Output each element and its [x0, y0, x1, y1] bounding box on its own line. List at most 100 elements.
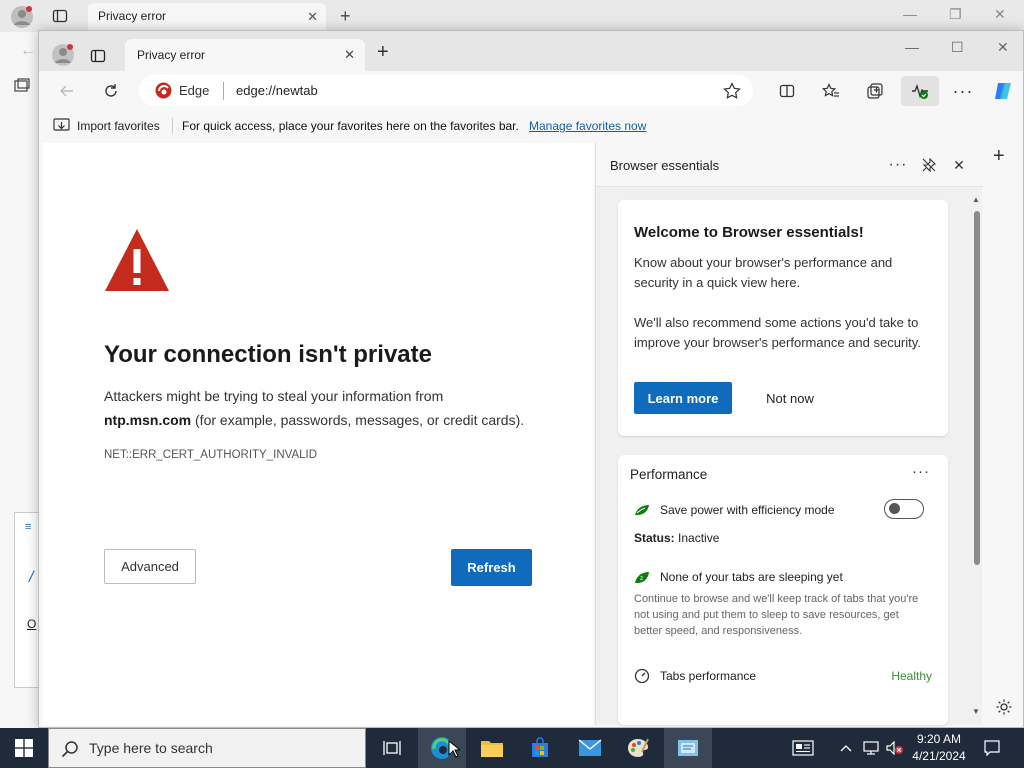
minimize-icon[interactable]: —	[905, 39, 919, 55]
background-restore-icon[interactable]: ❐	[949, 6, 962, 23]
svg-text:z: z	[640, 575, 643, 582]
notifications-icon[interactable]	[978, 728, 1006, 768]
background-fragment-icon-2: /	[29, 569, 34, 586]
error-description-rest: (for example, passwords, messages, or cr…	[191, 412, 525, 428]
file-explorer-icon[interactable]	[468, 728, 516, 768]
tab-title: Privacy error	[137, 48, 206, 62]
background-fragment-icon: ≡	[25, 521, 32, 533]
not-now-button[interactable]: Not now	[748, 382, 832, 414]
browser-essentials-pane: Browser essentials ··· ✕ Welcome to Brow…	[595, 143, 983, 725]
performance-title: Performance	[630, 467, 708, 482]
mail-icon[interactable]	[566, 728, 614, 768]
error-description-line2: ntp.msn.com (for example, passwords, mes…	[104, 412, 524, 428]
efficiency-toggle[interactable]	[884, 499, 924, 519]
performance-more-icon[interactable]: ···	[912, 463, 930, 480]
background-tab-close-icon[interactable]: ✕	[307, 9, 318, 25]
favorite-star-icon[interactable]	[723, 82, 741, 100]
taskbar-edge-icon[interactable]	[418, 728, 466, 768]
paint-icon[interactable]	[614, 728, 662, 768]
import-favorites-button[interactable]: Import favorites	[77, 119, 160, 133]
pane-scrollbar[interactable]: ▲ ▼	[969, 193, 983, 723]
performance-card: Performance ··· Save power with efficien…	[618, 455, 948, 725]
learn-more-button[interactable]: Learn more	[634, 382, 732, 414]
profile-avatar-icon[interactable]	[51, 43, 75, 67]
address-bar[interactable]: Edge edge://newtab	[139, 75, 753, 106]
task-view-icon[interactable]	[368, 728, 416, 768]
background-minimize-icon[interactable]: —	[903, 6, 917, 22]
background-fragment-link: O	[27, 617, 37, 631]
error-host: ntp.msn.com	[104, 412, 192, 428]
scroll-up-icon[interactable]: ▲	[972, 195, 980, 204]
background-close-icon[interactable]: ✕	[994, 6, 1006, 23]
profile-icon[interactable]	[10, 5, 34, 29]
settings-more-icon[interactable]: ···	[949, 79, 977, 103]
system-clock[interactable]: 9:20 AM 4/21/2024	[905, 731, 973, 765]
welcome-paragraph-1: Know about your browser's performance an…	[634, 255, 893, 290]
clock-date: 4/21/2024	[912, 749, 966, 763]
maximize-icon[interactable]: ☐	[951, 39, 964, 56]
scroll-down-icon[interactable]: ▼	[972, 707, 980, 716]
tab-close-icon[interactable]: ✕	[344, 47, 355, 63]
network-icon[interactable]	[860, 728, 882, 768]
collections-icon[interactable]	[861, 79, 889, 103]
copilot-icon[interactable]	[989, 79, 1017, 103]
background-back-icon: ←	[20, 42, 36, 59]
address-separator	[223, 82, 224, 100]
tabs-performance-row[interactable]: Tabs performance	[634, 668, 756, 684]
warning-triangle-icon	[103, 227, 171, 293]
tab-actions-icon[interactable]	[52, 8, 68, 24]
sidebar-settings-icon[interactable]	[995, 698, 1013, 716]
edge-sidebar: +	[983, 111, 1023, 725]
taskbar-search-box[interactable]: Type here to search	[48, 728, 366, 768]
sleeping-tabs-description: Continue to browse and we'll keep track …	[634, 593, 919, 637]
sleeping-tabs-title: None of your tabs are sleeping yet	[660, 570, 843, 584]
status-value: Inactive	[678, 531, 720, 545]
search-icon	[61, 740, 79, 758]
favorites-hint-text: For quick access, place your favorites h…	[182, 119, 519, 133]
error-description-line1: Attackers might be trying to steal your …	[104, 388, 444, 404]
background-new-tab-icon[interactable]: +	[340, 6, 351, 27]
edge-logo-icon	[155, 82, 172, 99]
vertical-tabs-icon[interactable]	[90, 48, 106, 64]
tray-chevron-up-icon[interactable]	[836, 728, 856, 768]
background-tab-title: Privacy error	[98, 9, 167, 23]
refresh-button[interactable]: Refresh	[451, 549, 532, 586]
url-text[interactable]: edge://newtab	[236, 83, 318, 98]
refresh-icon[interactable]	[97, 79, 125, 103]
split-screen-icon[interactable]	[773, 79, 801, 103]
advanced-button[interactable]: Advanced	[104, 549, 196, 584]
pane-header: Browser essentials ··· ✕	[596, 143, 983, 187]
efficiency-leaf-icon	[635, 505, 649, 515]
new-tab-icon[interactable]: +	[377, 41, 389, 64]
back-icon[interactable]	[53, 79, 81, 103]
news-widget-icon[interactable]	[786, 728, 820, 768]
favorites-separator	[172, 118, 173, 134]
microsoft-store-icon[interactable]	[516, 728, 564, 768]
pane-close-icon[interactable]: ✕	[949, 156, 969, 174]
clock-time: 9:20 AM	[916, 732, 962, 746]
welcome-paragraph-2: We'll also recommend some actions you'd …	[634, 315, 921, 350]
efficiency-label: Save power with efficiency mode	[660, 503, 835, 517]
browser-window: Privacy error ✕ + — ☐ ✕ Edge edge://newt…	[38, 30, 1024, 728]
notes-app-icon[interactable]	[664, 728, 712, 768]
error-title: Your connection isn't private	[104, 341, 432, 368]
favorites-icon[interactable]	[817, 79, 845, 103]
sleeping-tabs-icon: z	[635, 572, 649, 583]
unpin-icon[interactable]	[919, 156, 939, 174]
browser-essentials-icon[interactable]	[901, 76, 939, 106]
taskbar: Type here to search 9:20 AM 4/21/2024	[0, 728, 1024, 768]
favorites-bar: Import favorites For quick access, place…	[39, 111, 1023, 141]
pane-more-icon[interactable]: ···	[888, 156, 908, 174]
volume-muted-icon[interactable]	[884, 728, 906, 768]
start-button[interactable]	[0, 728, 48, 768]
background-collections-icon	[14, 78, 30, 94]
sleeping-tabs-row: z None of your tabs are sleeping yet	[634, 570, 843, 584]
sidebar-add-icon[interactable]: +	[993, 145, 1005, 168]
manage-favorites-link[interactable]: Manage favorites now	[529, 119, 646, 133]
efficiency-status: Status: Inactive	[634, 531, 719, 545]
active-tab[interactable]: Privacy error ✕	[125, 39, 365, 71]
scroll-thumb[interactable]	[974, 211, 980, 565]
close-window-icon[interactable]: ✕	[997, 39, 1009, 56]
windows-logo-icon	[15, 739, 33, 757]
background-tab[interactable]: Privacy error ✕	[88, 3, 326, 32]
